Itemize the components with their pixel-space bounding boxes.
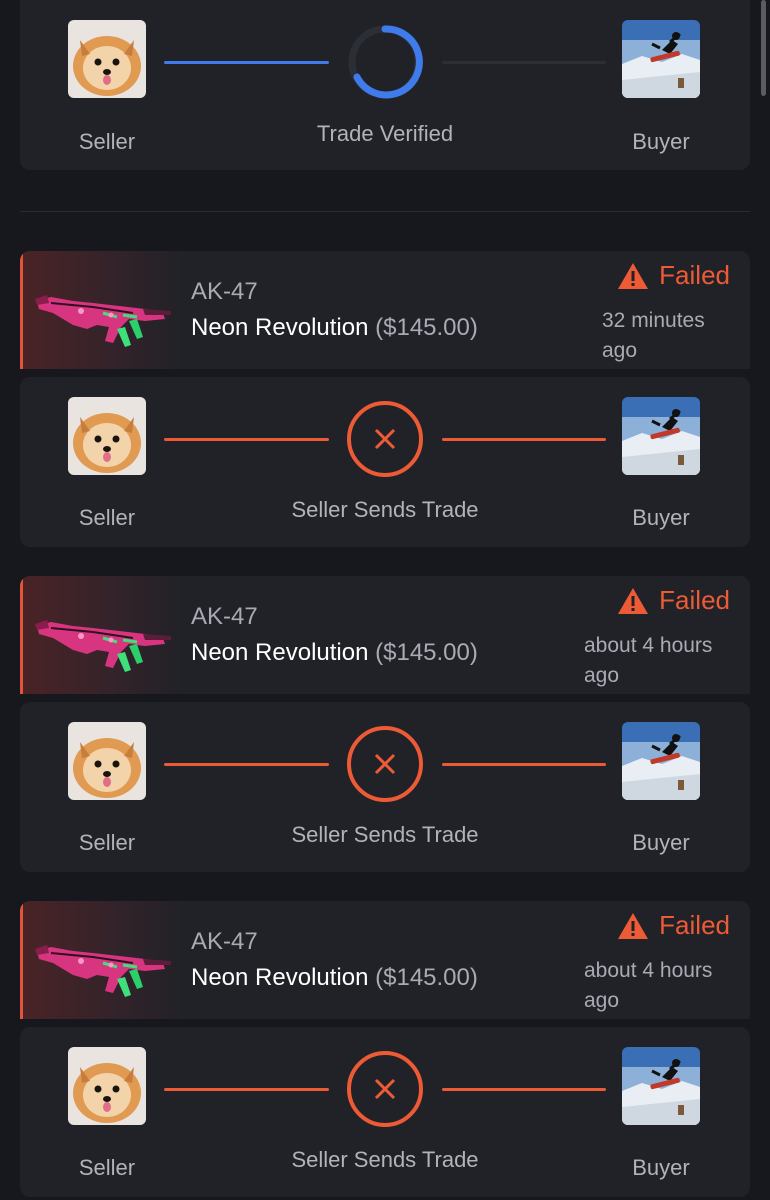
close-icon: [345, 399, 425, 479]
item-price: ($145.00): [375, 314, 478, 341]
status-text: Failed: [659, 260, 730, 290]
status-badge: Failed: [617, 585, 730, 616]
skin-name: Neon Revolution: [191, 639, 369, 666]
trade-progress-card: Seller Seller Sends Trade Buyer: [20, 702, 750, 872]
close-icon: [345, 724, 425, 804]
item-skin: Neon Revolution ($145.00): [191, 964, 478, 992]
status-badge: Failed: [617, 260, 730, 291]
seller-avatar: [68, 20, 146, 98]
trade-item-card[interactable]: AK-47 Neon Revolution ($145.00) Failed a…: [20, 901, 750, 1019]
progress-line-right: [442, 438, 606, 441]
progress-line-left: [164, 61, 329, 64]
item-thumbnail: [23, 251, 183, 369]
trade-item-card[interactable]: AK-47 Neon Revolution ($145.00) Failed a…: [20, 576, 750, 694]
progress-line-right: [442, 61, 606, 64]
close-icon: [345, 1049, 425, 1129]
buyer-label: Buyer: [632, 830, 690, 855]
timestamp: about 4 hours ago: [584, 959, 713, 1012]
warning-icon: [618, 587, 649, 614]
step-label: Seller Sends Trade: [291, 497, 479, 522]
scrollbar[interactable]: [761, 0, 766, 96]
item-skin: Neon Revolution ($145.00): [191, 314, 478, 342]
item-name: AK-47: [191, 928, 258, 955]
trade-item-card[interactable]: AK-47 Neon Revolution ($145.00) Failed 3…: [20, 251, 750, 369]
status-text: Failed: [659, 585, 730, 615]
buyer-label: Buyer: [632, 129, 690, 154]
trade-progress-card: Seller Seller Sends Trade Buyer: [20, 377, 750, 547]
seller-label: Seller: [78, 129, 136, 154]
item-skin: Neon Revolution ($145.00): [191, 639, 478, 667]
skin-name: Neon Revolution: [191, 964, 369, 991]
spinner-icon: [345, 22, 425, 102]
seller-label: Seller: [78, 830, 136, 855]
seller-avatar: [68, 397, 146, 475]
progress-line-right: [442, 763, 606, 766]
trade-progress-card: Seller Seller Sends Trade Buyer: [20, 1027, 750, 1197]
buyer-label: Buyer: [632, 1155, 690, 1180]
progress-line-left: [164, 1088, 329, 1091]
timestamp: about 4 hours ago: [584, 634, 713, 687]
progress-line-left: [164, 763, 329, 766]
status-badge: Failed: [617, 910, 730, 941]
progress-line-right: [442, 1088, 606, 1091]
divider: [20, 211, 750, 212]
item-thumbnail: [23, 901, 183, 1019]
warning-icon: [618, 262, 649, 289]
status-text: Failed: [659, 910, 730, 940]
buyer-avatar: [622, 397, 700, 475]
seller-label: Seller: [78, 505, 136, 530]
step-label: Seller Sends Trade: [291, 822, 479, 847]
warning-icon: [618, 912, 649, 939]
item-price: ($145.00): [375, 964, 478, 991]
buyer-avatar: [622, 20, 700, 98]
step-label: Seller Sends Trade: [291, 1147, 479, 1172]
buyer-avatar: [622, 722, 700, 800]
trade-progress-card: Seller Trade Verified Buyer: [20, 0, 750, 170]
step-label: Trade Verified: [316, 121, 454, 146]
seller-avatar: [68, 722, 146, 800]
progress-line-left: [164, 438, 329, 441]
seller-avatar: [68, 1047, 146, 1125]
buyer-label: Buyer: [632, 505, 690, 530]
timestamp: 32 minutes ago: [602, 309, 705, 362]
item-thumbnail: [23, 576, 183, 694]
item-price: ($145.00): [375, 639, 478, 666]
seller-label: Seller: [78, 1155, 136, 1180]
buyer-avatar: [622, 1047, 700, 1125]
item-name: AK-47: [191, 603, 258, 630]
item-name: AK-47: [191, 278, 258, 305]
skin-name: Neon Revolution: [191, 314, 369, 341]
